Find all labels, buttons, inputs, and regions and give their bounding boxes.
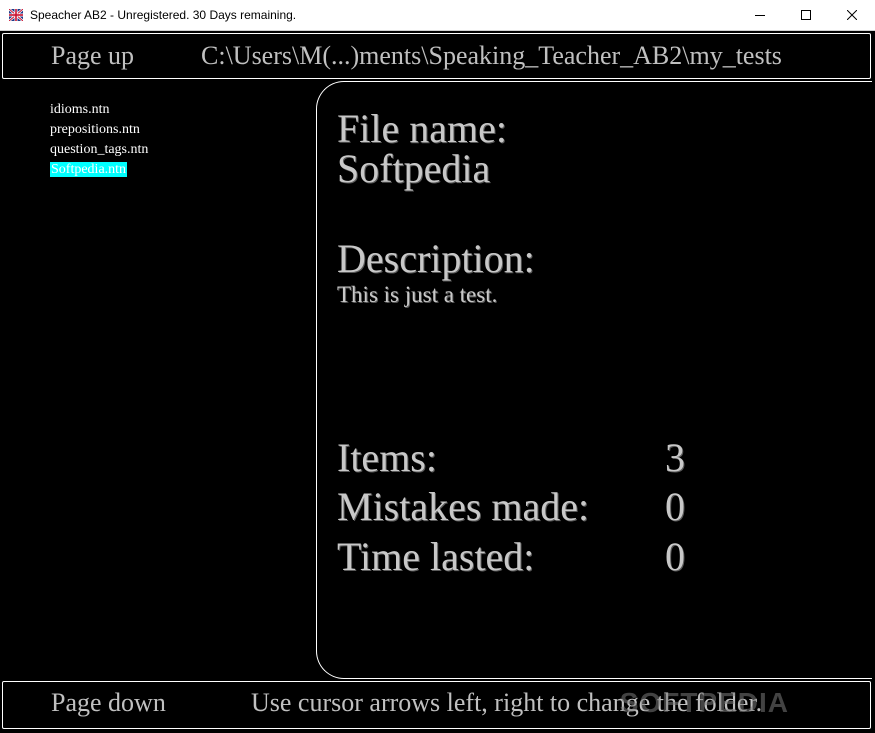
- file-name-label: File name:: [337, 106, 507, 151]
- description-value: This is just a test.: [337, 282, 498, 307]
- mistakes-value: 0: [665, 484, 685, 529]
- window-title: Speacher AB2 - Unregistered. 30 Days rem…: [30, 8, 297, 22]
- file-item-question-tags[interactable]: question_tags.ntn: [50, 140, 148, 160]
- mistakes-label: Mistakes made:: [337, 484, 590, 529]
- time-label: Time lasted:: [337, 534, 535, 579]
- time-value: 0: [665, 534, 685, 579]
- app-client-area: Page up C:\Users\M(...)ments\Speaking_Te…: [0, 31, 875, 733]
- file-item-label: idioms.ntn: [50, 102, 110, 117]
- file-item-label: Softpedia.ntn: [50, 162, 128, 177]
- softpedia-watermark: SOFTPEDIA: [619, 687, 789, 718]
- folder-path: C:\Users\M(...)ments\Speaking_Teacher_AB…: [201, 41, 782, 70]
- title-bar[interactable]: Speacher AB2 - Unregistered. 30 Days rem…: [0, 0, 875, 31]
- description-label: Description:: [337, 236, 535, 281]
- close-button[interactable]: [829, 0, 875, 30]
- minimize-button[interactable]: [737, 0, 783, 30]
- file-item-label: prepositions.ntn: [50, 122, 140, 137]
- file-list: idioms.ntn prepositions.ntn question_tag…: [50, 100, 148, 180]
- items-label: Items:: [337, 435, 437, 480]
- file-name-value: Softpedia: [337, 146, 491, 191]
- file-info-panel: File name: Softpedia Description: This i…: [316, 81, 872, 679]
- page-up-button[interactable]: Page up: [51, 41, 134, 71]
- maximize-button[interactable]: [783, 0, 829, 30]
- close-icon: [847, 10, 857, 20]
- file-item-prepositions[interactable]: prepositions.ntn: [50, 120, 148, 140]
- items-value: 3: [665, 435, 685, 480]
- uk-flag-icon: [9, 9, 23, 21]
- minimize-icon: [755, 15, 765, 16]
- top-bar: Page up C:\Users\M(...)ments\Speaking_Te…: [2, 33, 871, 79]
- page-down-button[interactable]: Page down: [51, 688, 166, 718]
- file-item-label: question_tags.ntn: [50, 142, 149, 157]
- file-item-idioms[interactable]: idioms.ntn: [50, 100, 148, 120]
- maximize-icon: [801, 10, 811, 20]
- file-item-softpedia[interactable]: Softpedia.ntn: [50, 160, 148, 180]
